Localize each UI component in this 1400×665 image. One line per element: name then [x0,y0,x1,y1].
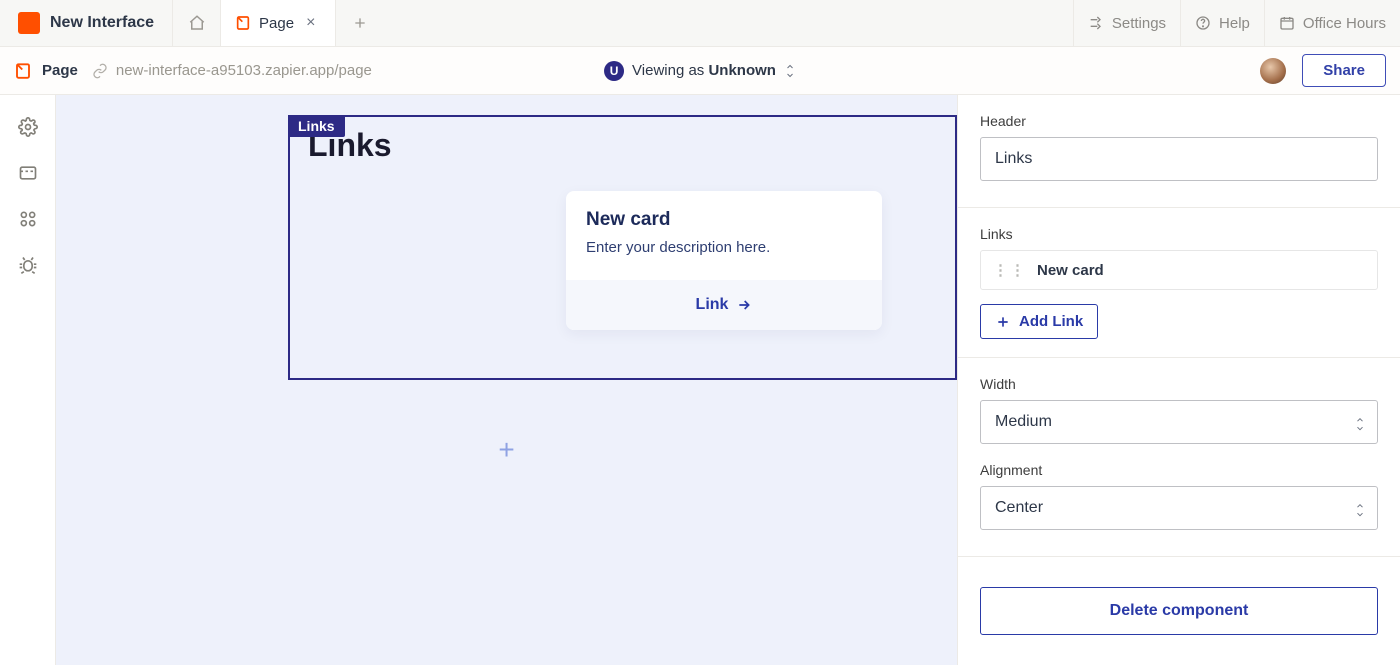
settings-button[interactable]: Settings [1073,0,1180,46]
viewing-as-selector[interactable]: U Viewing as Unknown [604,61,796,81]
app-logo-icon [18,12,40,34]
help-icon [1195,15,1211,31]
share-button[interactable]: Share [1302,54,1386,87]
settings-icon [1088,15,1104,31]
page-canvas[interactable]: Links Links New card Enter your descript… [56,95,958,665]
calendar-icon [1279,15,1295,31]
links-component[interactable]: Links Links New card Enter your descript… [288,115,957,380]
link-icon [92,63,108,79]
gear-icon[interactable] [18,117,38,137]
debug-icon[interactable] [18,255,38,275]
top-tabbar: New Interface Page × Settings Help Offic… [0,0,1400,47]
top-right-actions: Settings Help Office Hours [1073,0,1400,46]
card-title: New card [586,209,862,231]
help-button[interactable]: Help [1180,0,1264,46]
link-card[interactable]: New card Enter your description here. Li… [566,191,882,330]
alignment-select[interactable] [980,486,1378,530]
alignment-field-label: Alignment [980,462,1378,478]
left-tool-rail [0,95,56,665]
page-tab-icon [235,15,251,31]
new-tab-button[interactable] [336,0,384,46]
viewer-avatar-icon: U [604,61,624,81]
breadcrumb-bar: Page new-interface-a95103.zapier.app/pag… [0,47,1400,95]
add-link-button[interactable]: Add Link [980,304,1098,339]
home-icon[interactable] [173,0,221,46]
card-description: Enter your description here. [586,239,862,274]
component-tag: Links [288,115,345,137]
components-icon[interactable] [18,209,38,229]
links-section-label: Links [980,226,1378,242]
page-url[interactable]: new-interface-a95103.zapier.app/page [116,62,372,79]
link-item-label: New card [1037,262,1104,279]
page-icon [14,62,32,80]
arrow-right-icon [736,297,752,313]
width-field-label: Width [980,376,1378,392]
header-input[interactable] [980,137,1378,181]
user-avatar[interactable] [1260,58,1286,84]
add-section-button[interactable]: + [498,434,514,466]
tab-page-label: Page [259,15,294,32]
plus-icon [995,314,1011,330]
properties-panel: Header Links ⋮⋮ New card Add Link Width … [958,95,1400,665]
width-select[interactable] [980,400,1378,444]
breadcrumb[interactable]: Page [42,62,78,79]
tab-page[interactable]: Page × [221,0,336,46]
card-link-button[interactable]: Link [566,280,882,330]
delete-component-button[interactable]: Delete component [980,587,1378,635]
app-title: New Interface [50,14,154,32]
app-title-tab: New Interface [0,0,173,46]
links-heading: Links [290,117,955,164]
header-field-label: Header [980,113,1378,129]
chevron-updown-icon [784,63,796,79]
layout-icon[interactable] [18,163,38,183]
close-icon[interactable]: × [302,15,321,31]
office-hours-button[interactable]: Office Hours [1264,0,1400,46]
drag-handle-icon[interactable]: ⋮⋮ [993,261,1027,279]
link-list-item[interactable]: ⋮⋮ New card [980,250,1378,290]
